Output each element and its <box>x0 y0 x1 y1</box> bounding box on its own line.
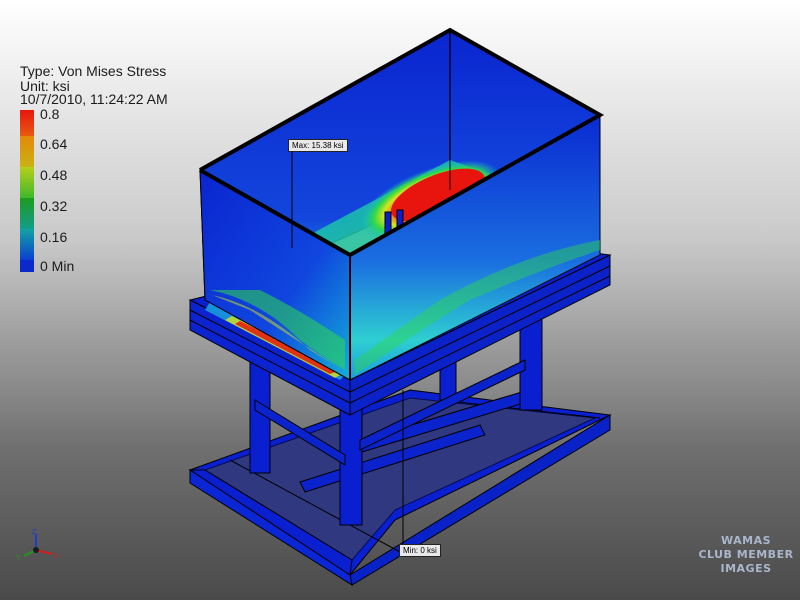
triad-y-label: Y <box>16 555 21 562</box>
triad-z-label: Z <box>32 529 37 536</box>
legend-tick-1: 0.64 <box>40 136 68 152</box>
legend-swatch-2 <box>20 167 34 198</box>
result-timestamp: 10/7/2010, 11:24:22 AM <box>20 91 168 107</box>
watermark-line-2: CLUB MEMBER <box>698 548 794 561</box>
watermark-line-3: IMAGES <box>720 562 772 575</box>
legend-tick-5: 0 Min <box>40 258 75 274</box>
legend-tick-4: 0.16 <box>40 229 68 245</box>
legend-tick-0: 0.8 <box>40 106 60 122</box>
model-viewport[interactable] <box>0 0 800 600</box>
legend-tick-3: 0.32 <box>40 198 68 214</box>
legend-swatch-3 <box>20 198 34 229</box>
legend-swatch-5 <box>20 260 34 272</box>
legend-swatch-0 <box>20 110 34 136</box>
watermark-line-1: WAMAS <box>720 534 772 547</box>
stress-color-legend: 0.8 0.64 0.48 0.32 0.16 0 Min <box>20 106 80 274</box>
max-stress-callout[interactable]: Max: 15.38 ksi <box>288 139 348 152</box>
view-triad[interactable]: Z Y X <box>14 528 64 568</box>
min-stress-callout[interactable]: Min: 0 ksi <box>399 544 441 557</box>
legend-swatch-4 <box>20 229 34 260</box>
result-type-label: Type: Von Mises Stress <box>20 63 167 79</box>
legend-swatch-1 <box>20 136 34 167</box>
legend-tick-2: 0.48 <box>40 167 68 183</box>
club-watermark: WAMAS CLUB MEMBER IMAGES <box>696 534 796 576</box>
triad-x-label: X <box>54 553 59 560</box>
